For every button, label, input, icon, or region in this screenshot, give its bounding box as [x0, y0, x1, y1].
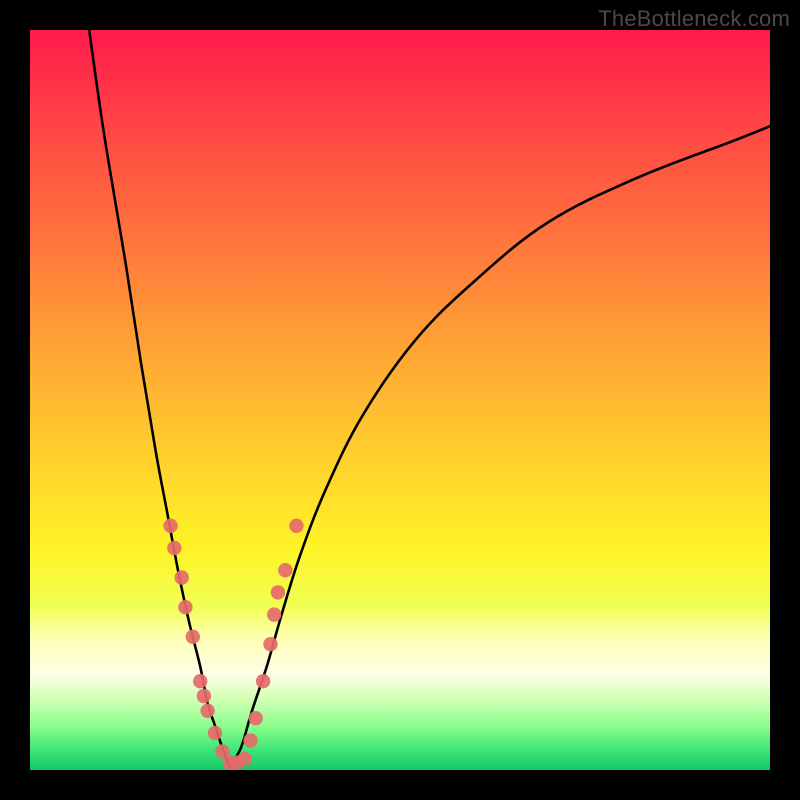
watermark-text: TheBottleneck.com	[598, 6, 790, 32]
plot-area	[30, 30, 770, 770]
chart-frame: TheBottleneck.com	[0, 0, 800, 800]
